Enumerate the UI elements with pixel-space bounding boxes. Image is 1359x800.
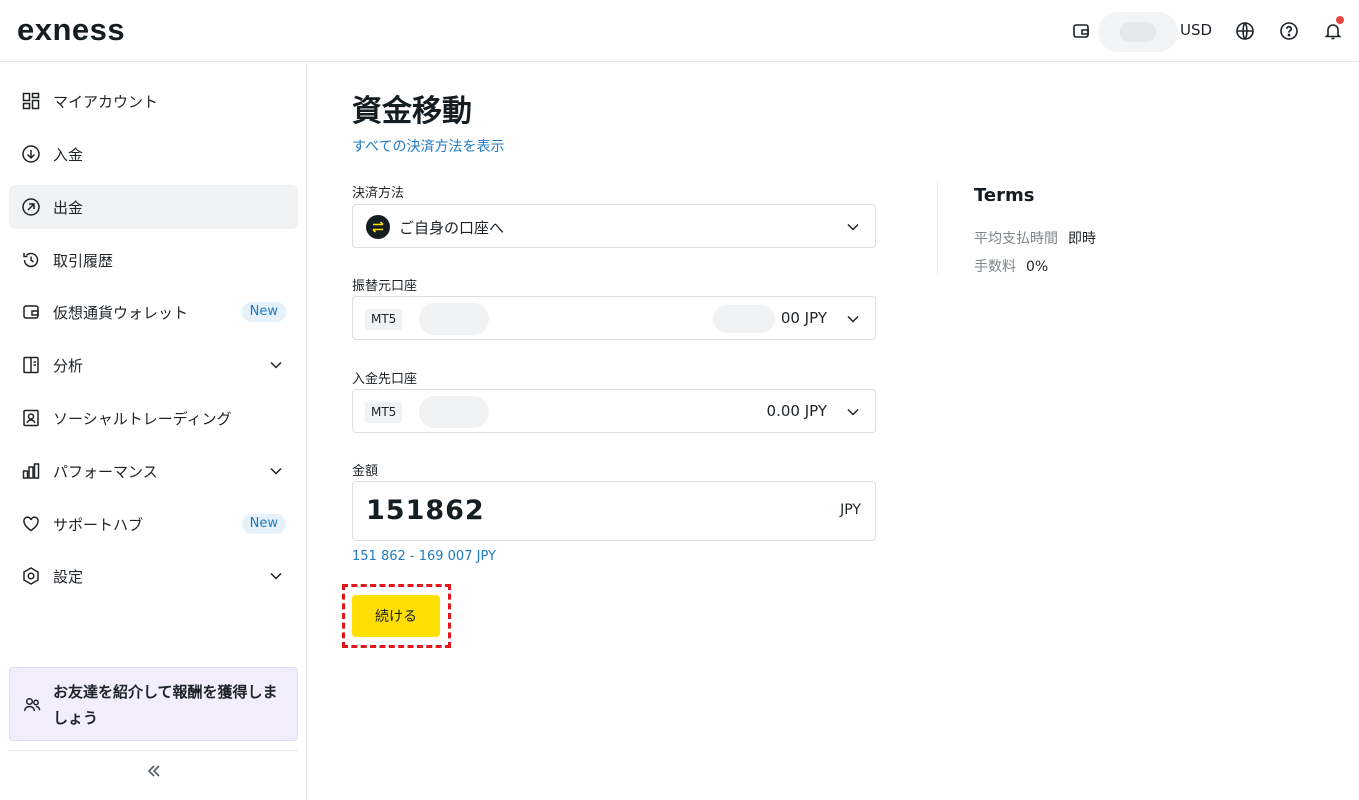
amount-input[interactable]: 151862 JPY <box>352 481 876 541</box>
transfer-icon <box>366 215 390 239</box>
sidebar-item-analytics[interactable]: 分析 <box>9 343 298 387</box>
performance-icon <box>22 463 40 479</box>
account-balance: 00 JPY <box>780 309 827 327</box>
sidebar-item-label: サポートハブ <box>53 515 144 534</box>
wallet-icon <box>23 305 39 319</box>
sidebar-item-performance[interactable]: パフォーマンス <box>9 449 298 493</box>
currency-label[interactable]: USD <box>1180 21 1212 39</box>
chevron-down-icon <box>847 408 859 416</box>
social-trading-icon <box>23 409 39 427</box>
history-icon <box>23 252 39 268</box>
to-account-select[interactable]: MT5 0.00 JPY <box>352 389 876 433</box>
chevron-down-icon[interactable] <box>268 463 284 479</box>
dashboard-icon <box>22 92 40 110</box>
from-account-select[interactable]: MT5 00 JPY <box>352 296 876 340</box>
account-number <box>419 303 489 335</box>
chevron-down-icon <box>847 223 859 231</box>
sidebar-item-label: 入金 <box>53 145 84 164</box>
continue-button[interactable]: 続ける <box>352 595 440 637</box>
sidebar-item-label: 出金 <box>53 198 84 217</box>
sidebar-item-history[interactable]: 取引履歴 <box>9 238 298 282</box>
settings-icon <box>23 567 39 585</box>
sidebar-item-withdraw[interactable]: 出金 <box>9 185 298 229</box>
terms-row-fee: 手数料 0% <box>974 256 1048 276</box>
new-badge: New <box>241 514 286 534</box>
chevron-down-icon[interactable] <box>268 568 284 584</box>
wallet-icon[interactable] <box>1069 19 1093 43</box>
terms-value: 0% <box>1026 259 1049 275</box>
help-icon[interactable] <box>1277 19 1301 43</box>
new-badge: New <box>241 302 286 322</box>
account-balance: 0.00 JPY <box>766 402 827 420</box>
from-account-label: 振替元口座 <box>352 279 418 294</box>
sidebar-divider <box>9 750 298 751</box>
sidebar-item-label: 取引履歴 <box>53 251 114 270</box>
sidebar-item-label: 仮想通貨ウォレット <box>53 303 189 322</box>
terms-key: 平均支払時間 <box>974 231 1058 247</box>
top-header: exness USD <box>0 0 1359 62</box>
balance-display[interactable] <box>1098 12 1178 52</box>
sidebar-item-social-trading[interactable]: ソーシャルトレーディング <box>9 396 298 440</box>
payment-method-select[interactable]: ご自身の口座へ <box>352 204 876 248</box>
amount-range-hint: 151 862 - 169 007 JPY <box>352 549 496 564</box>
sidebar-item-label: マイアカウント <box>53 92 159 111</box>
sidebar-item-label: 設定 <box>53 567 84 586</box>
sidebar: マイアカウント 入金 出金 取引履歴 仮想通貨ウォレット New 分析 ソーシャ… <box>0 63 307 800</box>
terms-title: Terms <box>974 185 1035 206</box>
to-account-label: 入金先口座 <box>352 372 418 387</box>
amount-value: 151862 <box>366 495 485 526</box>
sidebar-item-deposit[interactable]: 入金 <box>9 132 298 176</box>
terms-divider <box>937 181 938 275</box>
notification-dot <box>1336 16 1344 24</box>
terms-key: 手数料 <box>974 259 1016 275</box>
chevron-down-icon <box>847 315 859 323</box>
heart-icon <box>23 516 39 532</box>
sidebar-item-settings[interactable]: 設定 <box>9 554 298 598</box>
referral-promo-text: お友達を紹介して報酬を獲得しましょう <box>53 683 278 727</box>
terms-value: 即時 <box>1068 231 1096 247</box>
sidebar-item-crypto-wallet[interactable]: 仮想通貨ウォレット New <box>9 290 298 334</box>
chevron-down-icon[interactable] <box>268 357 284 373</box>
platform-tag: MT5 <box>365 402 403 423</box>
sidebar-item-label: 分析 <box>53 356 84 375</box>
users-icon <box>23 697 41 712</box>
deposit-icon <box>22 145 40 163</box>
sidebar-item-my-account[interactable]: マイアカウント <box>9 79 298 123</box>
sidebar-item-support-hub[interactable]: サポートハブ New <box>9 502 298 546</box>
platform-tag: MT5 <box>365 309 403 330</box>
globe-icon[interactable] <box>1233 19 1257 43</box>
page-title: 資金移動 <box>352 94 472 129</box>
exness-logo[interactable]: exness <box>17 12 125 48</box>
payment-method-label: 決済方法 <box>352 186 405 201</box>
account-number <box>419 396 489 428</box>
notification-bell-icon[interactable] <box>1321 16 1345 43</box>
sidebar-item-label: ソーシャルトレーディング <box>53 409 232 428</box>
payment-method-value: ご自身の口座へ <box>399 219 505 237</box>
all-payment-methods-link[interactable]: すべての決済方法を表示 <box>352 136 504 156</box>
referral-promo-banner[interactable]: お友達を紹介して報酬を獲得しましょう <box>9 667 298 741</box>
account-balance-redacted <box>713 305 775 333</box>
amount-label: 金額 <box>352 464 379 479</box>
amount-currency: JPY <box>840 502 861 518</box>
sidebar-item-label: パフォーマンス <box>53 462 158 481</box>
collapse-sidebar-icon[interactable] <box>144 761 164 781</box>
analytics-icon <box>23 356 39 374</box>
terms-row-payout-time: 平均支払時間 即時 <box>974 228 1096 248</box>
withdraw-icon <box>22 198 40 216</box>
